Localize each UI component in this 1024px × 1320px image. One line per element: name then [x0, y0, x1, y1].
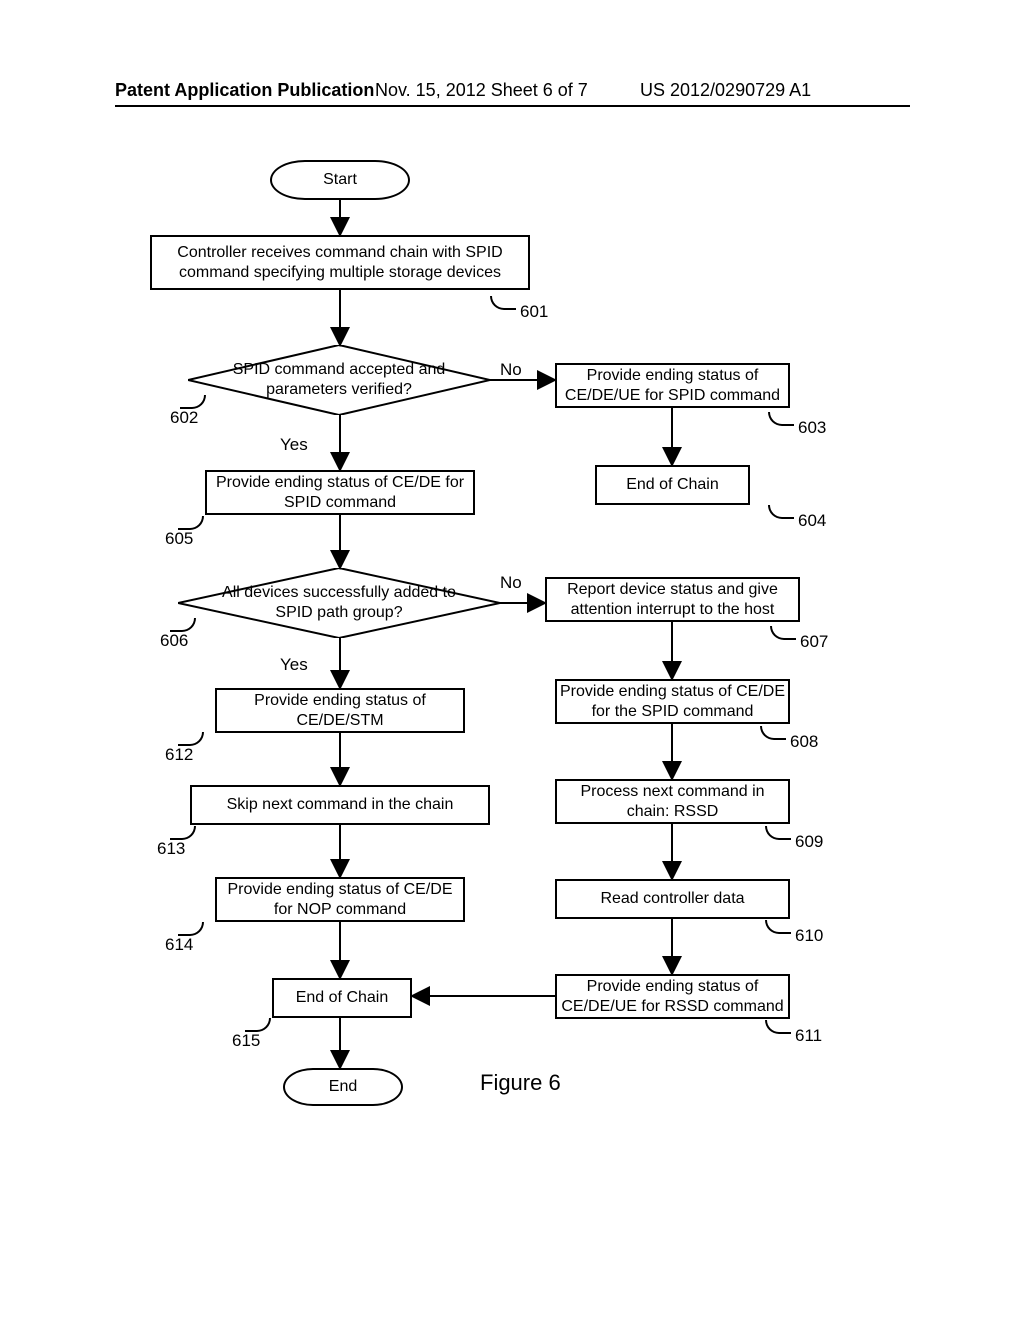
text-606: All devices successfully added to SPID p… — [178, 583, 500, 623]
header-rule — [115, 105, 910, 107]
text-602: SPID command accepted and parameters ver… — [188, 360, 490, 400]
flowchart: Start Controller receives command chain … — [0, 150, 1024, 1320]
header-right: US 2012/0290729 A1 — [640, 80, 811, 101]
arrows — [0, 150, 1024, 1150]
header-left: Patent Application Publication — [115, 80, 374, 101]
header-center: Nov. 15, 2012 Sheet 6 of 7 — [375, 80, 588, 101]
